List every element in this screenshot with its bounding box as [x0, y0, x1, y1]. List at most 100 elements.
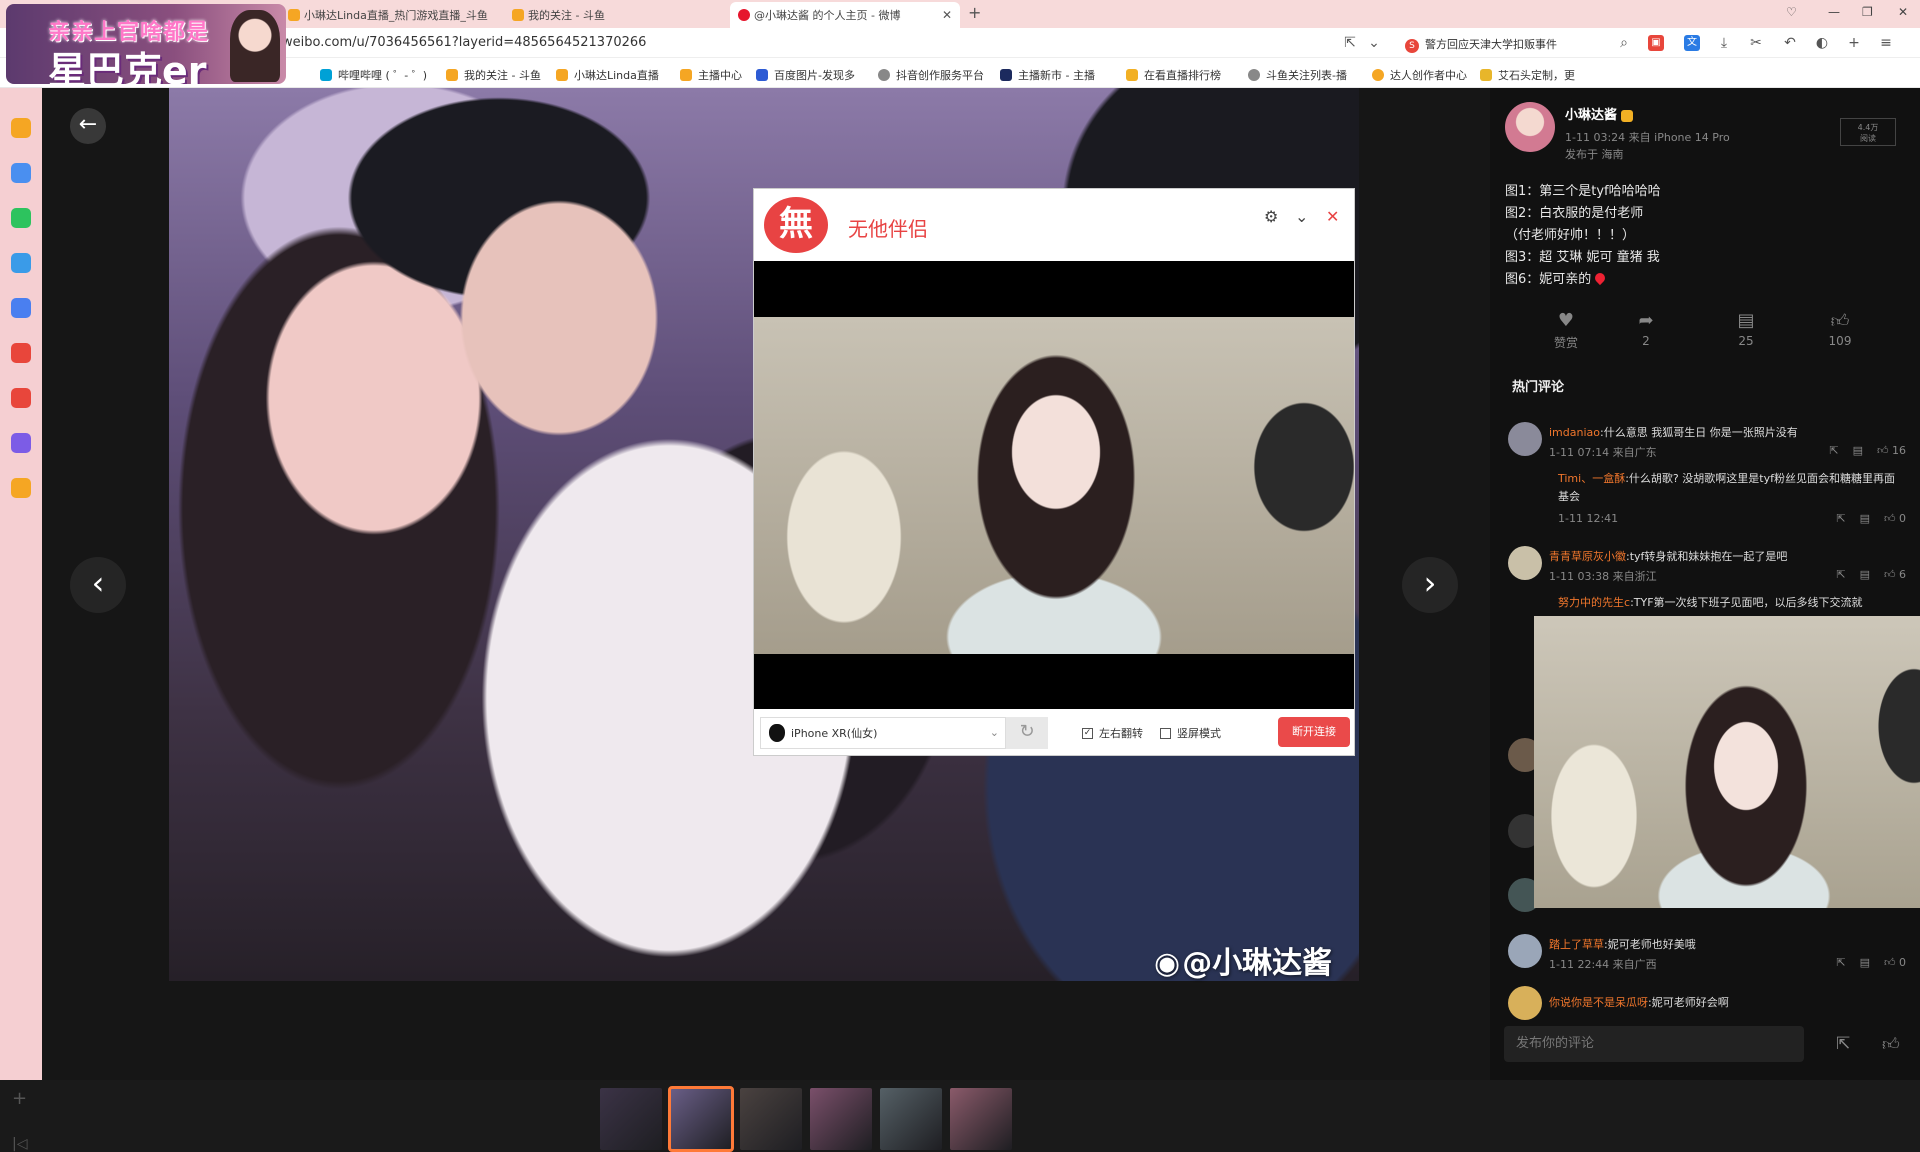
- share-page-icon[interactable]: ⇱: [1342, 35, 1358, 51]
- add-sidebar-icon[interactable]: +: [12, 1088, 27, 1109]
- pdf-icon[interactable]: [11, 388, 31, 408]
- photo-thumbnail[interactable]: [950, 1088, 1012, 1150]
- history-icon[interactable]: [11, 163, 31, 183]
- post-text-line: 图1：第三个是tyf哈哈哈哈: [1505, 184, 1661, 199]
- hot-search[interactable]: S 警方回应天津大学扣贩事件: [1405, 36, 1557, 53]
- comment-input[interactable]: 发布你的评论: [1504, 1026, 1804, 1062]
- checkbox-box[interactable]: [1160, 727, 1171, 739]
- screenshot-icon[interactable]: ✂: [1748, 35, 1764, 51]
- new-tab-button[interactable]: +: [968, 3, 981, 22]
- comment-button[interactable]: ▤ 25: [1716, 310, 1776, 348]
- bookmark-linda-live[interactable]: 小琳达Linda直播: [556, 67, 659, 83]
- bookmark-douyin-creator[interactable]: 抖音创作服务平台: [878, 67, 984, 83]
- share-button[interactable]: ➦ 2: [1616, 310, 1676, 348]
- tab-label: 小琳达Linda直播_热门游戏直播_斗鱼: [304, 9, 488, 22]
- next-photo-button[interactable]: ›: [1402, 557, 1458, 613]
- thumbs-up-icon[interactable]: 👍︎ 6: [1884, 568, 1906, 581]
- close-window-icon[interactable]: ✕: [1898, 5, 1908, 19]
- wechat-icon[interactable]: [11, 208, 31, 228]
- commenter-avatar[interactable]: [1508, 422, 1542, 456]
- commenter-avatar[interactable]: [1508, 986, 1542, 1020]
- read-count-badge: 4.4万 阅读: [1840, 118, 1896, 146]
- reply-icon[interactable]: ▤: [1860, 512, 1870, 525]
- like-button[interactable]: 👍︎ 109: [1810, 310, 1870, 348]
- photo-thumbnail[interactable]: [880, 1088, 942, 1150]
- disconnect-button[interactable]: 断开连接: [1278, 717, 1350, 747]
- search-tool-icon[interactable]: [11, 478, 31, 498]
- tab-label: @小琳达酱 的个人主页 - 微博: [754, 9, 901, 22]
- bookmark-anchor-market[interactable]: 主播新市 - 主播: [1000, 67, 1095, 83]
- share-icon[interactable]: ⇱: [1836, 1034, 1850, 1054]
- menu-icon[interactable]: ≡: [1878, 35, 1894, 51]
- refresh-button[interactable]: ↻: [1006, 717, 1048, 749]
- reward-button[interactable]: ♥ 赞赏: [1536, 310, 1596, 351]
- thumbs-up-icon[interactable]: 👍︎: [1882, 1034, 1900, 1055]
- bookmark-live-ranking[interactable]: 在看直播排行榜: [1126, 67, 1221, 83]
- author-avatar[interactable]: [1505, 102, 1555, 152]
- photo-thumbnail[interactable]: [810, 1088, 872, 1150]
- back-arrow-icon[interactable]: ←: [70, 108, 106, 144]
- portrait-checkbox[interactable]: 竖屏模式: [1160, 725, 1221, 741]
- search-icon[interactable]: ⌕: [1616, 35, 1632, 51]
- checkbox-box[interactable]: ✓: [1082, 727, 1093, 739]
- tab-douyu-live[interactable]: 小琳达Linda直播_热门游戏直播_斗鱼: [280, 2, 490, 28]
- reply-icon[interactable]: ▤: [1853, 444, 1863, 457]
- baidu-icon: [756, 69, 768, 81]
- author-name[interactable]: 小琳达酱: [1565, 104, 1634, 123]
- mirror-checkbox[interactable]: ✓ 左右翻转: [1082, 725, 1143, 741]
- settings-icon[interactable]: ⚙: [1264, 207, 1278, 226]
- bookmark-stone-custom[interactable]: 艾石头定制，更: [1480, 67, 1575, 83]
- download-icon[interactable]: ⤓: [1716, 35, 1732, 51]
- post-meta: 1-11 03:24 来自 iPhone 14 Pro: [1565, 131, 1730, 144]
- chevron-down-icon[interactable]: ⌄: [1295, 207, 1308, 226]
- bookmark-douyu-follow-list[interactable]: 斗鱼关注列表-播: [1248, 67, 1347, 83]
- translate-icon[interactable]: 文: [1684, 35, 1700, 51]
- pin-icon[interactable]: ♡: [1786, 5, 1797, 19]
- bookmark-creator-center[interactable]: 达人创作者中心: [1372, 67, 1467, 83]
- thumbs-up-icon[interactable]: 👍︎ 16: [1877, 444, 1906, 457]
- bookmark-bilibili[interactable]: 哔哩哔哩 ( ゜- ゜): [320, 67, 427, 83]
- photo-thumbnail[interactable]: [600, 1088, 662, 1150]
- close-icon[interactable]: ✕: [1326, 207, 1339, 226]
- device-select[interactable]: iPhone XR(仙女) ⌄: [760, 717, 1006, 749]
- close-tab-icon[interactable]: ✕: [942, 8, 952, 22]
- commenter-avatar[interactable]: [1508, 546, 1542, 580]
- address-bar: weibo.com/u/7036456561?layerid=485656452…: [0, 28, 1920, 58]
- minimize-icon[interactable]: —: [1828, 5, 1840, 19]
- night-mode-icon[interactable]: ◐: [1814, 35, 1830, 51]
- comment-meta: 1-11 07:14 来自广东: [1549, 446, 1657, 459]
- favorites-icon[interactable]: [11, 118, 31, 138]
- photo-thumbnail[interactable]: [740, 1088, 802, 1150]
- commenter-avatar[interactable]: [1508, 934, 1542, 968]
- extension-icon[interactable]: ▣: [1648, 35, 1664, 51]
- app-logo: 無: [764, 197, 828, 253]
- share-icon[interactable]: ⇱: [1836, 568, 1845, 581]
- maximize-icon[interactable]: ❐: [1862, 5, 1873, 19]
- undo-icon[interactable]: ↶: [1782, 35, 1798, 51]
- prev-photo-button[interactable]: ‹: [70, 557, 126, 613]
- share-icon[interactable]: ⇱: [1836, 512, 1845, 525]
- tab-douyu-follow[interactable]: 我的关注 - 斗鱼: [504, 2, 714, 28]
- cloud-icon[interactable]: [11, 298, 31, 318]
- live-stream-pip[interactable]: [1534, 616, 1920, 908]
- photo-thumbnail[interactable]: [668, 1086, 734, 1152]
- dropdown-icon[interactable]: ⌄: [1366, 35, 1382, 51]
- share-icon[interactable]: ⇱: [1829, 444, 1838, 457]
- bookmark-anchor-center[interactable]: 主播中心: [680, 67, 742, 83]
- reply-icon[interactable]: ▤: [1860, 568, 1870, 581]
- notes-icon[interactable]: [11, 433, 31, 453]
- url-field[interactable]: weibo.com/u/7036456561?layerid=485656452…: [282, 35, 646, 50]
- thumbs-up-icon[interactable]: 👍︎ 0: [1884, 956, 1906, 969]
- overlay-big-text: 星巴克er: [48, 49, 207, 84]
- thumbs-up-icon[interactable]: 👍︎ 0: [1884, 512, 1906, 525]
- bookmark-douyu-follow[interactable]: 我的关注 - 斗鱼: [446, 67, 541, 83]
- add-icon[interactable]: +: [1846, 35, 1862, 51]
- upload-icon[interactable]: [11, 253, 31, 273]
- share-icon[interactable]: ⇱: [1836, 956, 1845, 969]
- thumbs-up-icon: 👍︎: [1830, 311, 1850, 332]
- collapse-sidebar-icon[interactable]: |◁: [12, 1136, 27, 1152]
- bookmark-baidu-image[interactable]: 百度图片-发现多: [756, 67, 855, 83]
- reply-icon[interactable]: ▤: [1860, 956, 1870, 969]
- weibo-icon[interactable]: [11, 343, 31, 363]
- tab-weibo-profile[interactable]: @小琳达酱 的个人主页 - 微博 ✕: [730, 2, 960, 28]
